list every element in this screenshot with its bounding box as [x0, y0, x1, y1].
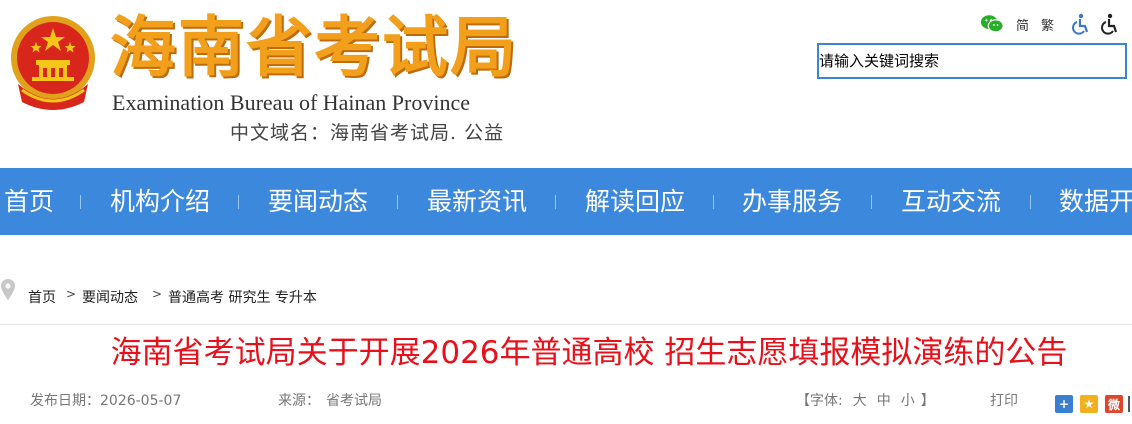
nav-item-interpretation[interactable]: 解读回应: [585, 168, 685, 235]
nav-separator: [713, 195, 714, 209]
print-link[interactable]: 打印: [990, 390, 1018, 420]
wechat-icon[interactable]: [980, 12, 1004, 36]
national-emblem-icon: [11, 16, 95, 110]
publish-date-value: 2026-05-07: [100, 393, 182, 409]
breadcrumb-separator: >: [66, 287, 77, 301]
search-input[interactable]: [817, 43, 1127, 79]
breadcrumb: 首页 > 要闻动态 > 普通高考 研究生 专升本: [0, 278, 1132, 314]
chinese-domain-name: 中文域名：海南省考试局. 公益: [230, 122, 505, 144]
content-divider: [0, 324, 1132, 325]
nav-item-services[interactable]: 办事服务: [742, 168, 842, 235]
font-size-controls: 【字体: 大中小】: [796, 390, 935, 420]
article-title: 海南省考试局关于开展2026年普通高校 招生志愿填报模拟演练的公告: [110, 335, 1068, 371]
nav-separator: [80, 195, 81, 209]
nav-separator: [238, 195, 239, 209]
share-more-icon[interactable]: [1128, 396, 1130, 412]
nav-item-latest[interactable]: 最新资讯: [427, 168, 527, 235]
breadcrumb-category[interactable]: 普通高考 研究生 专升本: [168, 287, 317, 307]
nav-separator: [397, 195, 398, 209]
site-logo-english: Examination Bureau of Hainan Province: [112, 90, 471, 115]
source-value: 省考试局: [326, 393, 382, 409]
share-plus-icon[interactable]: +: [1055, 395, 1073, 413]
traditional-chinese-link[interactable]: 繁: [1041, 15, 1054, 34]
main-navigation: 首页 机构介绍 要闻动态 最新资讯 解读回应 办事服务 互动交流 数据开: [0, 168, 1132, 235]
nav-item-news[interactable]: 要闻动态: [268, 168, 368, 235]
breadcrumb-home[interactable]: 首页: [28, 287, 56, 307]
source-label: 来源：: [278, 393, 320, 409]
nav-item-home[interactable]: 首页: [4, 168, 54, 235]
site-logo-chinese: 海南省考试局: [110, 9, 518, 86]
publish-date-meta: 发布日期：2026-05-07: [30, 390, 181, 420]
accessibility-icon[interactable]: [1068, 12, 1092, 36]
font-size-label-open: 【字体:: [796, 393, 843, 409]
breadcrumb-news[interactable]: 要闻动态: [82, 287, 138, 307]
breadcrumb-separator: >: [152, 287, 163, 301]
simplified-chinese-link[interactable]: 简: [1016, 15, 1029, 34]
header-tools: 简 繁: [980, 12, 1122, 36]
source-meta: 来源： 省考试局: [278, 390, 382, 420]
font-size-small[interactable]: 小: [901, 390, 915, 410]
nav-item-interaction[interactable]: 互动交流: [901, 168, 1001, 235]
nav-item-data[interactable]: 数据开: [1059, 168, 1132, 235]
font-size-label-close: 】: [920, 393, 935, 409]
publish-date-label: 发布日期：: [30, 393, 100, 409]
nav-separator: [1030, 195, 1031, 209]
location-pin-icon: [1, 279, 15, 300]
nav-item-about[interactable]: 机构介绍: [110, 168, 210, 235]
nav-separator: [871, 195, 872, 209]
site-header: 海南省考试局 Examination Bureau of Hainan Prov…: [0, 0, 1132, 168]
share-weibo-icon[interactable]: 微: [1105, 395, 1123, 413]
font-size-large[interactable]: 大: [853, 390, 867, 410]
nav-separator: [555, 195, 556, 209]
font-size-medium[interactable]: 中: [877, 390, 891, 410]
elderly-mode-icon[interactable]: [1098, 12, 1122, 36]
share-qzone-icon[interactable]: ★: [1080, 395, 1098, 413]
